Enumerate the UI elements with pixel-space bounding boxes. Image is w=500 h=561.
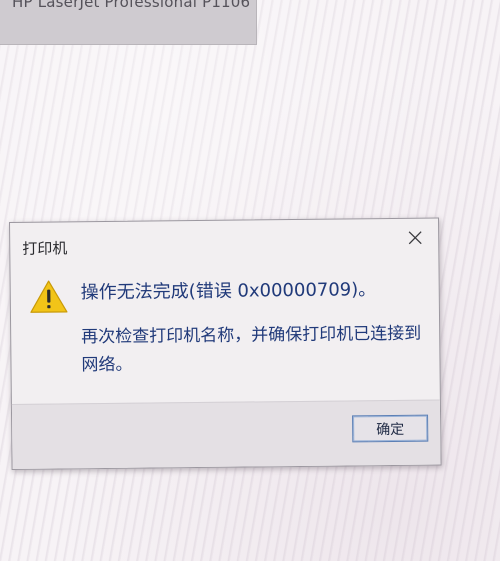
printer-error-dialog: 打印机 操作无法完成(错误 0x00000709)。 再次检查打印机名称，并确保… (9, 217, 442, 470)
warning-icon (30, 280, 68, 313)
background-window-title: HP LaserJet Professional P1106 (12, 0, 251, 11)
error-message: 操作无法完成(错误 0x00000709)。 (80, 279, 377, 304)
error-detail: 再次检查打印机名称，并确保打印机已连接到网络。 (81, 323, 422, 376)
dialog-footer: 确定 (11, 399, 441, 469)
background-printer-window[interactable]: HP LaserJet Professional P1106 (0, 0, 257, 45)
close-icon (408, 231, 422, 245)
ok-button[interactable]: 确定 (352, 414, 429, 443)
dialog-title: 打印机 (22, 239, 68, 258)
close-button[interactable] (402, 225, 428, 251)
